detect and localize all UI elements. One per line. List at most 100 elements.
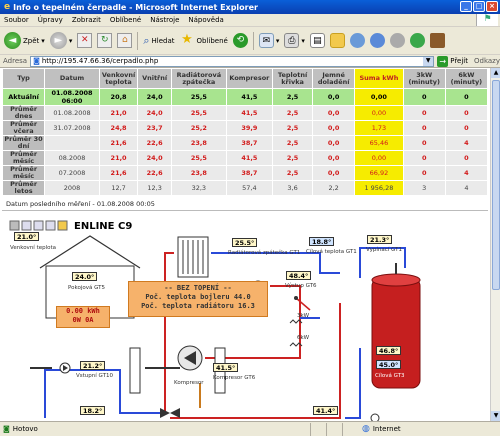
boiler-label: Cílová GT3 [375, 373, 405, 379]
chevron-down-icon[interactable]: ▼ [423, 56, 434, 66]
stop-button[interactable]: ✕ [77, 33, 93, 48]
menu-file[interactable]: Soubor [4, 16, 29, 24]
security-zone: ◍ Internet [362, 424, 401, 434]
col-type: Typ [1, 68, 46, 89]
back-label: Zpět [23, 36, 40, 45]
refresh-icon: ↻ [97, 33, 113, 48]
folder-icon [329, 33, 345, 48]
go-button[interactable]: → Přejít [437, 55, 468, 67]
info-line-2: Poč. teplota bojleru 44.0 [145, 293, 251, 301]
valve-icon [160, 408, 180, 418]
col-6kw: 6kW (minuty) [444, 68, 489, 89]
research-button[interactable] [369, 33, 385, 48]
print-icon: ⎙ [284, 33, 300, 48]
home-icon: ⌂ [117, 33, 133, 48]
ie-logo-icon: e [4, 2, 11, 12]
history-icon: ⟲ [232, 33, 248, 48]
window-title-bar: e Info o tepelném čerpadle - Microsoft I… [0, 0, 500, 14]
table-row: Průměr dnes 01.08.2008 21,0 24,0 25,5 41,5 2,5… [1, 105, 489, 121]
forward-button[interactable]: ► ▾ [49, 32, 73, 49]
folder-button[interactable] [329, 33, 345, 48]
boiler-top-temp: 46.8° [376, 346, 402, 355]
menu-favorites[interactable]: Oblíbené [110, 16, 141, 24]
scheme-title: ENLINE C9 [74, 221, 133, 232]
history-button[interactable]: ⟲ [232, 33, 248, 48]
row-value: 21,0 [98, 150, 139, 166]
menu-bar: Soubor Úpravy Zobrazit Oblíbené Nástroje… [0, 14, 500, 27]
research-icon [369, 33, 385, 48]
row-type: Průměr měsíc [1, 150, 46, 166]
address-url: http://195.47.66.36/cerpadlo.php [41, 57, 159, 65]
row-value: 41,5 [225, 150, 274, 166]
table-header-row: Typ Datum Venkovní teplota Vnitřní Radiá… [1, 68, 489, 89]
row-value: 0,0 [312, 120, 356, 136]
row-value: 2,5 [272, 88, 314, 106]
brine-in-temp: 21.2° [80, 361, 106, 370]
col-3kw: 3kW (minuty) [402, 68, 446, 89]
row-value: 41,5 [225, 105, 274, 121]
stop-icon: ✕ [77, 33, 93, 48]
messenger-button[interactable] [349, 33, 365, 48]
refresh-button[interactable]: ↻ [97, 33, 113, 48]
row-value: 0,0 [312, 88, 356, 106]
row-value: 0,0 [312, 165, 356, 181]
print-button[interactable]: ⎙ ▾ [284, 33, 305, 48]
home-button[interactable]: ⌂ [117, 33, 133, 48]
row-value: 12,7 [98, 180, 139, 196]
row-value: 0 [444, 88, 489, 106]
row-value: 0,0 [312, 150, 356, 166]
info-line-1: -- BEZ TOPENÍ -- [164, 284, 232, 292]
menu-edit[interactable]: Úpravy [38, 16, 63, 24]
row-date: 01.08.2008 06:00 [44, 88, 100, 106]
row-value: 2,5 [272, 120, 314, 136]
radiator-return-label: Radiátorová zpátečka GT1 [228, 250, 301, 256]
row-value: 57,4 [225, 180, 274, 196]
row-value: 0 [402, 135, 446, 151]
row-value: 0 [402, 88, 446, 106]
address-input[interactable]: ◙ http://195.47.66.36/cerpadlo.php ▼ [30, 55, 435, 67]
col-fine-tune: Jemné doladění [312, 68, 356, 89]
row-value: 0 [444, 105, 489, 121]
back-arrow-icon: ◄ [4, 32, 21, 49]
row-value: 23,8 [170, 165, 227, 181]
minimize-button[interactable]: _ [460, 1, 472, 12]
mail-button[interactable]: ✉ ▾ [258, 33, 279, 48]
menu-help[interactable]: Nápověda [188, 16, 223, 24]
row-value: 24,0 [137, 105, 172, 121]
page-content: Typ Datum Venkovní teplota Vnitřní Radiá… [0, 68, 490, 421]
chevron-down-icon: ▾ [68, 36, 73, 45]
search-label: Hledat [151, 36, 175, 45]
close-button[interactable]: × [486, 1, 498, 12]
heater-3kw-label: 3kW [297, 313, 310, 319]
globe-icon: ◍ [362, 424, 370, 434]
row-value: 0,00 [354, 88, 404, 106]
menu-tools[interactable]: Nástroje [150, 16, 179, 24]
status-bar: ◙ Hotovo ◍ Internet [0, 421, 500, 436]
maximize-button[interactable]: □ [473, 1, 485, 12]
room-temp: 24.0° [72, 272, 98, 281]
row-type: Průměr měsíc [1, 165, 46, 181]
window-controls: _ □ × [460, 1, 498, 12]
extra-button[interactable] [429, 33, 445, 48]
edit-button[interactable]: ▤ [309, 33, 325, 48]
power-values: 0W 0A [72, 316, 94, 324]
compressor-temp: 41.5° [213, 363, 239, 372]
col-compressor: Kompresor [225, 68, 274, 89]
status-info-box: -- BEZ TOPENÍ -- Poč. teplota bojleru 44… [128, 281, 268, 317]
scroll-thumb[interactable] [492, 80, 500, 290]
menu-view[interactable]: Zobrazit [72, 16, 101, 24]
tool-button[interactable] [389, 33, 405, 48]
links-label[interactable]: Odkazy [474, 57, 500, 65]
scroll-up-icon[interactable]: ▲ [491, 68, 500, 78]
row-value: 2,2 [312, 180, 356, 196]
row-date: 2008 [44, 180, 100, 196]
back-button[interactable]: ◄ Zpět ▾ [4, 32, 45, 49]
vertical-scrollbar[interactable]: ▲ ▼ [490, 68, 500, 421]
row-value: 0 [402, 165, 446, 181]
scroll-down-icon[interactable]: ▼ [491, 411, 500, 421]
favorites-button[interactable]: ★ Oblíbené [180, 33, 228, 48]
addon-button[interactable] [409, 33, 425, 48]
search-button[interactable]: ⌕ Hledat [143, 34, 174, 48]
row-value: 65,46 [354, 135, 404, 151]
col-radiator-return: Radiátorová zpátečka [170, 68, 227, 89]
